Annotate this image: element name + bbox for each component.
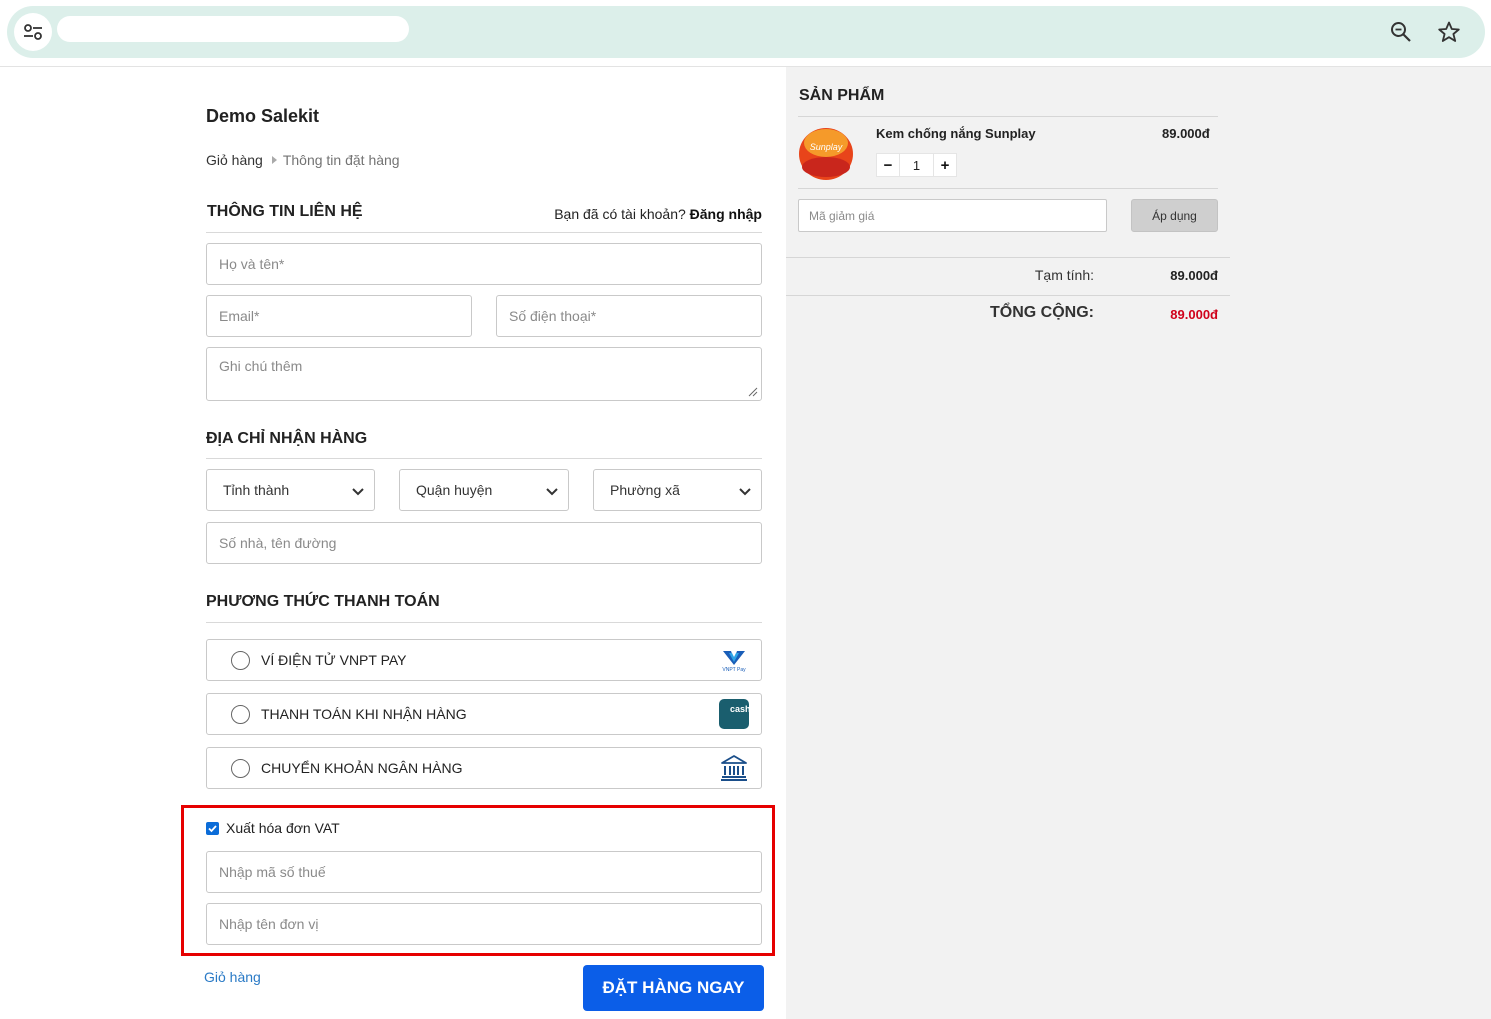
payment-option-bank-transfer[interactable]: CHUYỂN KHOẢN NGÂN HÀNG [206, 747, 762, 789]
phone-input[interactable] [496, 295, 762, 337]
street-address-input[interactable] [206, 522, 762, 564]
divider [798, 188, 1218, 189]
payment-option-cod[interactable]: THANH TOÁN KHI NHẬN HÀNG cash deli [206, 693, 762, 735]
subtotal-value: 89.000đ [1170, 268, 1218, 283]
bookmark-star-icon[interactable] [1434, 17, 1464, 47]
back-to-cart-link[interactable]: Giỏ hàng [204, 969, 261, 985]
address-section-header: ĐỊA CHỈ NHẬN HÀNG [206, 430, 762, 459]
coupon-input[interactable] [798, 199, 1107, 232]
shop-title: Demo Salekit [206, 106, 320, 126]
payment-section-header: PHƯƠNG THỨC THANH TOÁN [206, 593, 762, 623]
product-image-text: Sunplay [810, 142, 843, 152]
email-input[interactable] [206, 295, 472, 337]
chevron-down-icon [546, 488, 558, 496]
payment-option-label: VÍ ĐIỆN TỬ VNPT PAY [261, 652, 407, 668]
company-name-input[interactable] [206, 903, 762, 945]
payment-radio[interactable] [231, 651, 250, 670]
subtotal-label: Tạm tính: [1034, 267, 1094, 283]
bank-icon [719, 753, 749, 783]
ward-select-value: Phường xã [610, 482, 680, 498]
decrease-quantity-button[interactable]: − [876, 153, 900, 177]
vat-checkbox-label: Xuất hóa đơn VAT [226, 820, 340, 836]
site-settings-icon[interactable] [14, 13, 52, 51]
product-price: 89.000đ [1162, 126, 1210, 141]
ward-select[interactable]: Phường xã [593, 469, 762, 511]
province-select-value: Tỉnh thành [223, 482, 290, 498]
district-select-value: Quận huyện [416, 482, 493, 498]
divider [798, 116, 1218, 117]
login-hint: Bạn đã có tài khoản? Đăng nhập [554, 206, 762, 222]
payment-option-label: CHUYỂN KHOẢN NGÂN HÀNG [261, 760, 463, 776]
quantity-value[interactable]: 1 [900, 153, 933, 177]
address-section-title: ĐỊA CHỈ NHẬN HÀNG [206, 430, 368, 447]
payment-option-vnpt-pay[interactable]: VÍ ĐIỆN TỬ VNPT PAY VNPT Pay [206, 639, 762, 681]
vnpt-pay-logo-text: VNPT Pay [722, 667, 746, 673]
login-prompt: Bạn đã có tài khoản? [554, 206, 686, 222]
breadcrumb-current: Thông tin đặt hàng [282, 152, 400, 168]
divider [786, 257, 1230, 258]
payment-radio[interactable] [231, 759, 250, 778]
contact-section-header: THÔNG TIN LIÊN HỆ Bạn đã có tài khoản? Đ… [206, 203, 762, 233]
province-select[interactable]: Tỉnh thành [206, 469, 375, 511]
breadcrumb-cart-link[interactable]: Giỏ hàng [206, 152, 263, 168]
url-field[interactable] [57, 16, 409, 42]
cart-section-title: SẢN PHẨM [799, 87, 885, 104]
vat-checkbox-row[interactable]: Xuất hóa đơn VAT [206, 820, 340, 836]
total-label: TỔNG CỘNG: [990, 304, 1094, 321]
quantity-stepper: − 1 + [876, 153, 957, 177]
product-thumbnail: Sunplay [798, 123, 854, 181]
vat-checkbox[interactable] [206, 821, 219, 835]
address-bar[interactable] [7, 6, 1485, 58]
checkmark-icon [208, 824, 217, 832]
order-summary-panel: SẢN PHẨM Sunplay Kem chống nắng Sunplay … [786, 67, 1491, 1019]
zoom-icon[interactable] [1386, 17, 1416, 47]
product-name: Kem chống nắng Sunplay [876, 126, 1036, 141]
resize-grip-icon[interactable] [748, 387, 758, 397]
cod-logo-text: cash deli [730, 704, 749, 714]
note-textarea[interactable] [206, 347, 762, 401]
chevron-right-icon [271, 156, 277, 164]
chevron-down-icon [739, 488, 751, 496]
vnpt-pay-logo: VNPT Pay [719, 645, 749, 675]
breadcrumb: Giỏ hàng Thông tin đặt hàng [206, 152, 400, 168]
login-link[interactable]: Đăng nhập [690, 206, 762, 222]
apply-coupon-button[interactable]: Áp dụng [1131, 199, 1218, 232]
total-value: 89.000đ [1170, 307, 1218, 322]
tax-code-input[interactable] [206, 851, 762, 893]
payment-radio[interactable] [231, 705, 250, 724]
district-select[interactable]: Quận huyện [399, 469, 569, 511]
increase-quantity-button[interactable]: + [933, 153, 957, 177]
browser-toolbar [0, 0, 1491, 67]
payment-option-label: THANH TOÁN KHI NHẬN HÀNG [261, 706, 467, 722]
payment-section-title: PHƯƠNG THỨC THANH TOÁN [206, 593, 440, 610]
cash-on-delivery-icon: cash deli [719, 699, 749, 729]
chevron-down-icon [352, 488, 364, 496]
place-order-button[interactable]: ĐẶT HÀNG NGAY [583, 965, 764, 1011]
full-name-input[interactable] [206, 243, 762, 285]
divider [786, 295, 1230, 296]
